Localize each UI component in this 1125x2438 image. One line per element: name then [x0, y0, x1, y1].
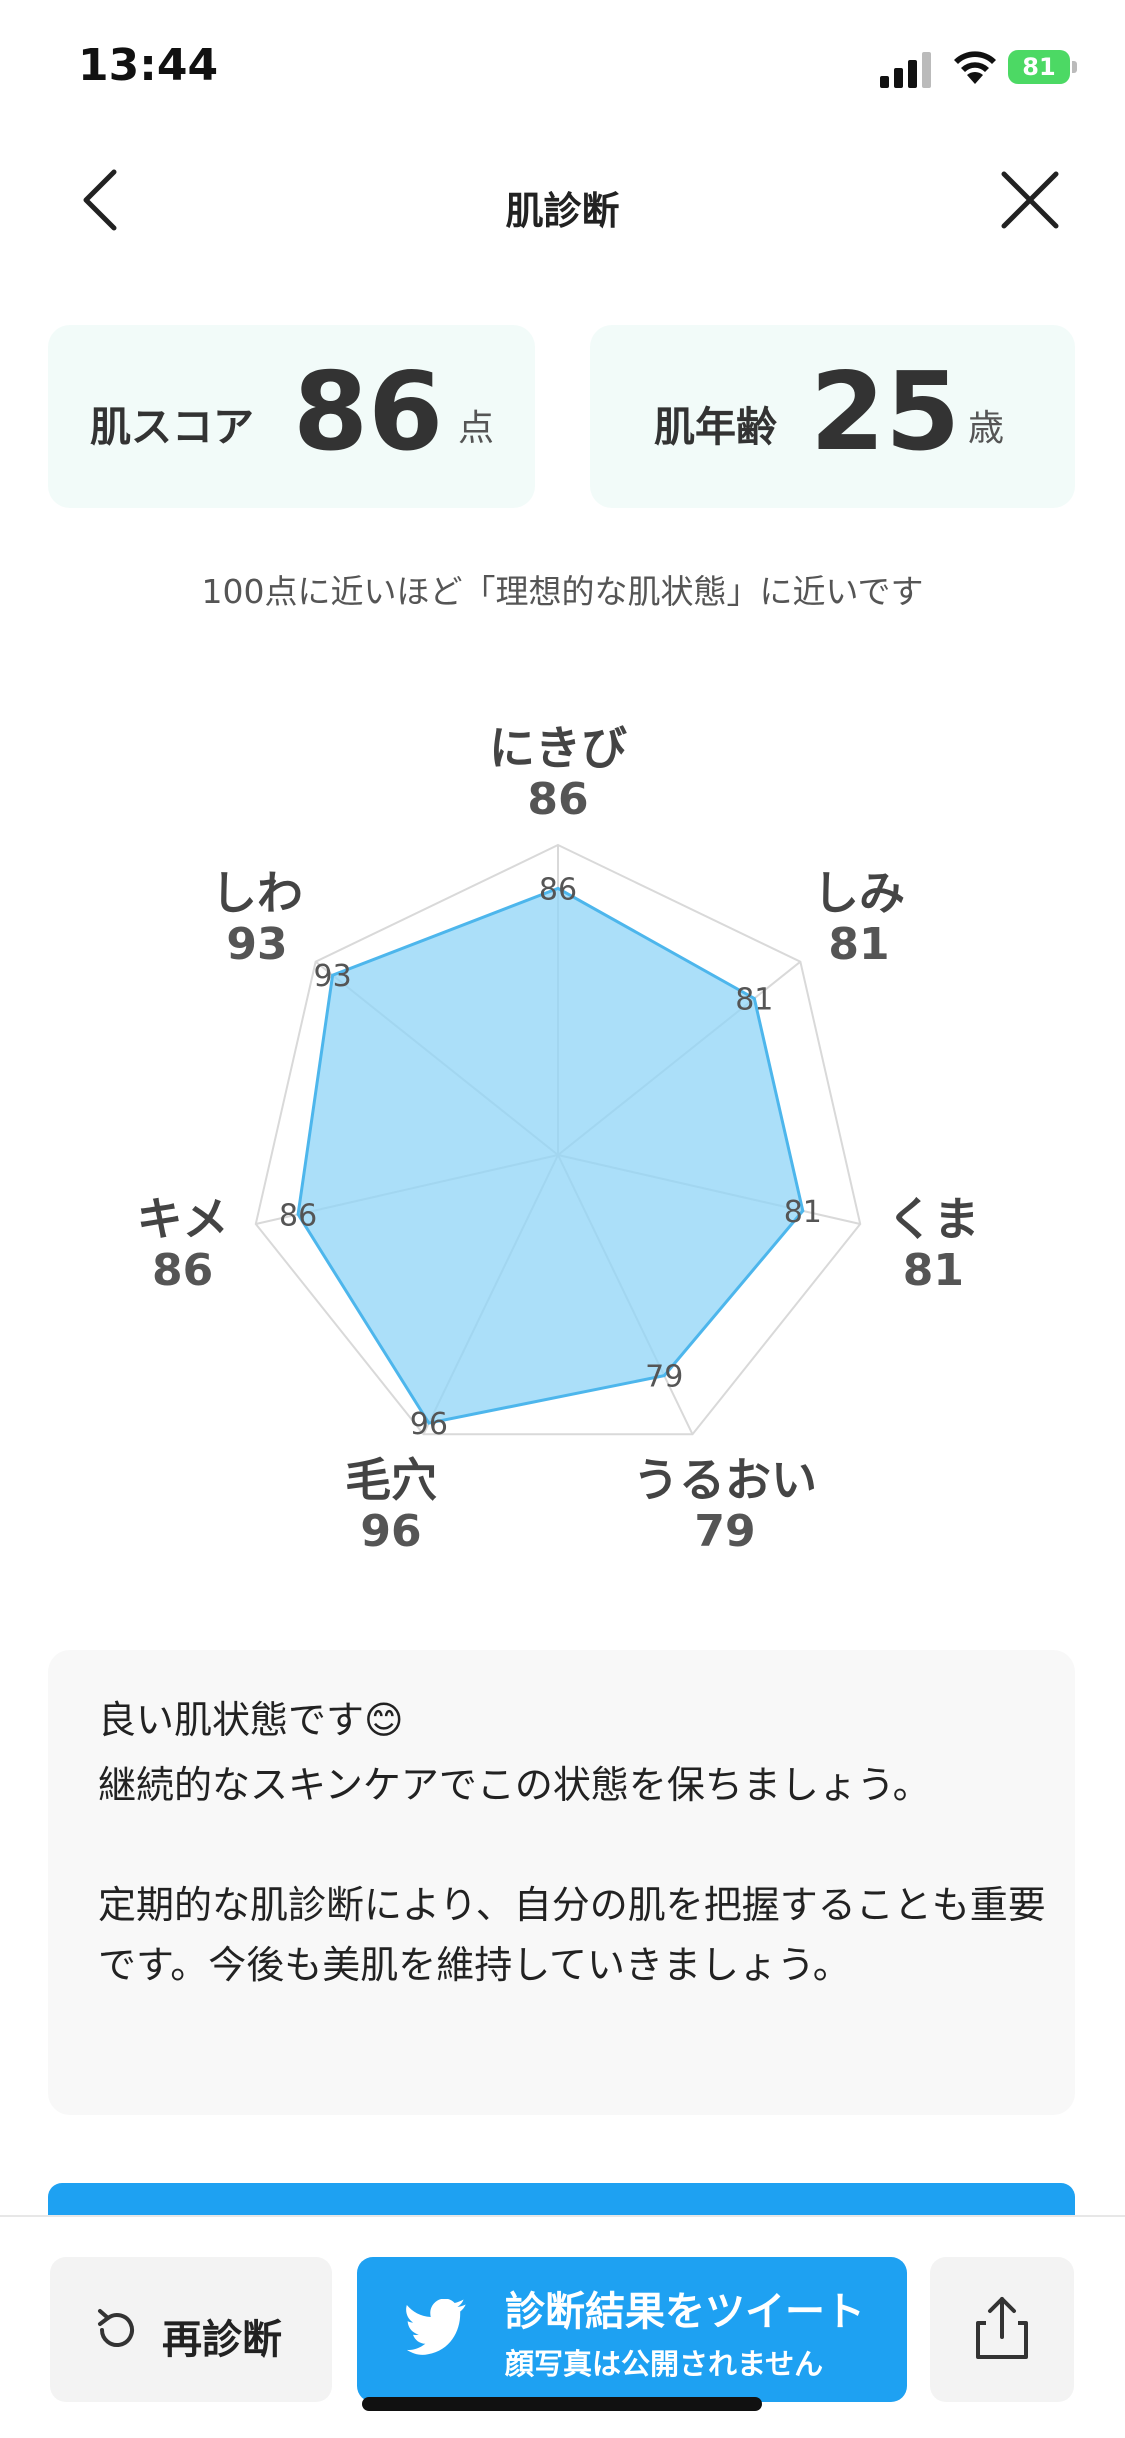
radar-axis-value: 86 [152, 1244, 214, 1296]
skin-age-label: 肌年齢 [654, 403, 777, 451]
battery-icon: 81 [1008, 50, 1077, 86]
battery-percent: 81 [1022, 53, 1056, 81]
refresh-icon [98, 2309, 134, 2347]
radar-axis-label: くま [887, 1191, 980, 1246]
message-line-3: 定期的な肌診断により、自分の肌を把握することも重要です。今後も美肌を維持していき… [98, 1883, 1046, 1987]
status-bar: 13:44 81 [0, 0, 1125, 140]
radar-point-value: 86 [539, 872, 577, 907]
radar-point-value: 81 [735, 982, 773, 1017]
twitter-bird-icon [406, 2299, 466, 2355]
radar-axis-label: うるおい [633, 1452, 818, 1507]
close-icon[interactable] [994, 164, 1066, 236]
skin-score-card: 肌スコア 86 点 [48, 325, 535, 508]
rediagnose-label: 再診断 [162, 2317, 282, 2363]
status-time: 13:44 [78, 40, 219, 91]
wifi-icon [954, 51, 996, 84]
skin-score-value: 86 [293, 350, 444, 475]
radar-axis-label: にきび [489, 721, 627, 775]
radar-axis-value: 86 [527, 774, 589, 825]
score-hint: 100点に近いほど「理想的な肌状態」に近いです [201, 572, 924, 611]
radar-point-value: 96 [410, 1407, 448, 1442]
tweet-result-button[interactable]: 診断結果をツイート 顔写真は公開されません [357, 2257, 907, 2402]
radar-chart: 86 81 81 79 96 86 93 にきび 86 しみ 81 くま 81 うるおい 79 毛穴 96 キメ… [0, 680, 1125, 1600]
signal-icon [880, 52, 931, 88]
radar-point-value: 79 [645, 1360, 683, 1395]
skin-score-unit: 点 [458, 408, 495, 449]
radar-point-value: 81 [784, 1195, 822, 1230]
radar-axis-value: 81 [828, 918, 890, 970]
radar-axis-label: しみ [813, 865, 905, 920]
radar-axis-label: キメ [136, 1191, 229, 1246]
tweet-label: 診断結果をツイート [505, 2289, 865, 2335]
skin-score-label: 肌スコア [90, 403, 254, 451]
nav-bar: 肌診断 [0, 140, 1125, 260]
rediagnose-button[interactable]: 再診断 [50, 2257, 332, 2402]
home-indicator [362, 2397, 762, 2411]
radar-axis-value: 81 [902, 1244, 964, 1296]
radar-axis-label: 毛穴 [344, 1452, 437, 1507]
skin-age-card: 肌年齢 25 歳 [590, 325, 1075, 508]
share-icon [976, 2297, 1028, 2359]
message-line-1: 良い肌状態です😊 [98, 1698, 404, 1742]
share-button[interactable] [930, 2257, 1074, 2402]
radar-axis-value: 96 [360, 1505, 422, 1557]
radar-axis-value: 79 [694, 1505, 756, 1557]
message-line-2: 継続的なスキンケアでこの状態を保ちましょう。 [98, 1763, 931, 1807]
tweet-sublabel: 顔写真は公開されません [505, 2347, 824, 2381]
radar-axis-value: 93 [226, 918, 288, 970]
skin-age-unit: 歳 [968, 408, 1005, 449]
page-title: 肌診断 [505, 189, 620, 233]
skin-age-value: 25 [810, 350, 961, 475]
result-message-box: 良い肌状態です😊 継続的なスキンケアでこの状態を保ちましょう。 定期的な肌診断に… [48, 1650, 1075, 2115]
radar-axis-label: しわ [210, 865, 303, 920]
